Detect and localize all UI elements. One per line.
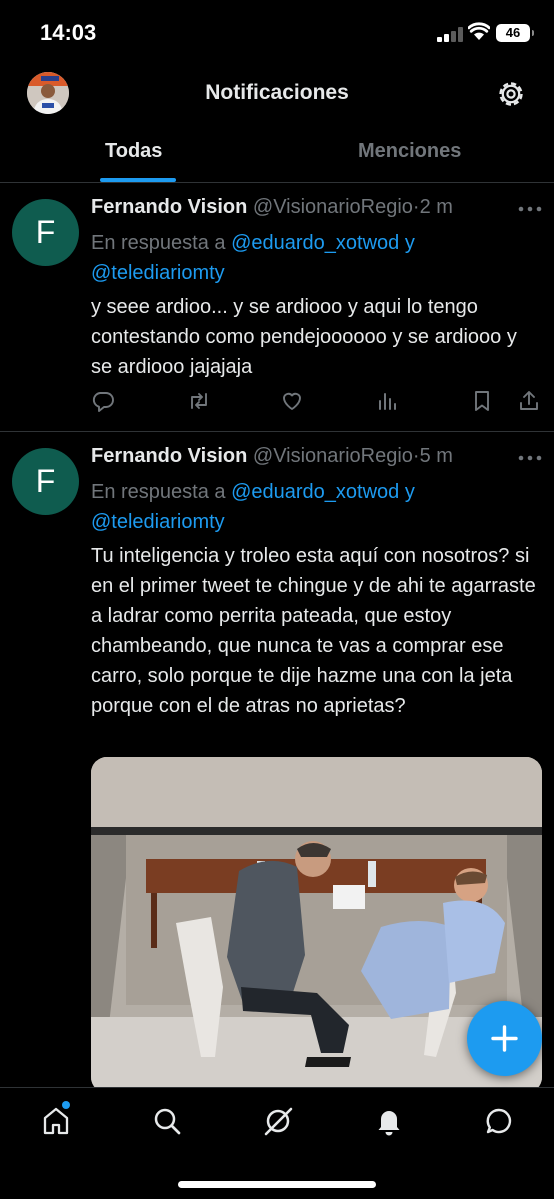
mention-link[interactable]: @eduardo_xotwod <box>231 232 399 254</box>
separator: · <box>412 196 420 218</box>
share-icon[interactable] <box>517 389 541 413</box>
active-tab-indicator <box>100 178 176 182</box>
more-options-icon[interactable] <box>518 206 542 212</box>
more-options-icon[interactable] <box>518 455 542 461</box>
search-icon[interactable] <box>151 1105 183 1137</box>
messages-icon[interactable] <box>483 1105 515 1137</box>
reply-context: En respuesta a @eduardo_xotwod y @teledi… <box>91 477 531 537</box>
author-avatar[interactable]: F <box>12 199 79 266</box>
bookmark-icon[interactable] <box>470 389 494 413</box>
page-title: Notificaciones <box>205 81 349 104</box>
tweet-text: y seee ardioo... y se ardiooo y aqui lo … <box>91 296 517 378</box>
tweet-header: Fernando Vision @VisionarioRegio·2 m <box>91 196 453 219</box>
author-avatar[interactable]: F <box>12 448 79 515</box>
reply-icon[interactable] <box>91 389 115 413</box>
author-name[interactable]: Fernando Vision <box>91 445 247 467</box>
top-header: Notificaciones <box>0 66 554 126</box>
author-handle[interactable]: @VisionarioRegio <box>253 445 413 467</box>
home-indicator <box>178 1181 376 1188</box>
reply-joiner: y <box>404 232 415 254</box>
tweet-text: Tu inteligencia y troleo esta aquí con n… <box>91 545 536 717</box>
cellular-signal-icon <box>437 27 463 42</box>
tab-menciones[interactable]: Menciones <box>358 140 461 163</box>
tweet-time: 5 m <box>419 445 453 467</box>
separator: · <box>412 445 420 467</box>
tweet-actions <box>0 389 554 419</box>
home-icon[interactable] <box>40 1105 72 1137</box>
retweet-icon[interactable] <box>187 389 211 413</box>
wifi-icon <box>468 22 490 40</box>
home-notification-dot <box>62 1101 70 1109</box>
reply-context: En respuesta a @eduardo_xotwod y @teledi… <box>91 228 531 288</box>
reply-prefix: En respuesta a <box>91 481 226 503</box>
status-bar: 14:03 46 <box>0 0 554 66</box>
tab-todas[interactable]: Todas <box>105 140 162 163</box>
battery-icon: 46 <box>496 24 534 42</box>
tweet-time: 2 m <box>419 196 453 218</box>
like-icon[interactable] <box>280 389 304 413</box>
tweet-header: Fernando Vision @VisionarioRegio·5 m <box>91 445 453 468</box>
notifications-bell-icon[interactable] <box>373 1105 405 1137</box>
views-icon[interactable] <box>375 389 399 413</box>
reply-joiner: y <box>404 481 415 503</box>
author-name[interactable]: Fernando Vision <box>91 196 247 218</box>
author-handle[interactable]: @VisionarioRegio <box>253 196 413 218</box>
status-time: 14:03 <box>40 20 97 45</box>
bottom-navigation <box>0 1087 554 1199</box>
gear-icon[interactable] <box>496 79 526 109</box>
notification-tabs: Todas Menciones <box>0 126 554 183</box>
tweet[interactable]: F Fernando Vision @VisionarioRegio·5 m E… <box>0 433 554 1093</box>
mention-link[interactable]: @telediariomty <box>91 511 225 533</box>
mention-link[interactable]: @eduardo_xotwod <box>231 481 399 503</box>
reply-prefix: En respuesta a <box>91 232 226 254</box>
compose-plus-icon <box>491 1025 518 1052</box>
tweet[interactable]: F Fernando Vision @VisionarioRegio·2 m E… <box>0 184 554 432</box>
mention-link[interactable]: @telediariomty <box>91 262 225 284</box>
grok-icon[interactable] <box>262 1105 294 1137</box>
compose-button[interactable] <box>467 1001 542 1076</box>
